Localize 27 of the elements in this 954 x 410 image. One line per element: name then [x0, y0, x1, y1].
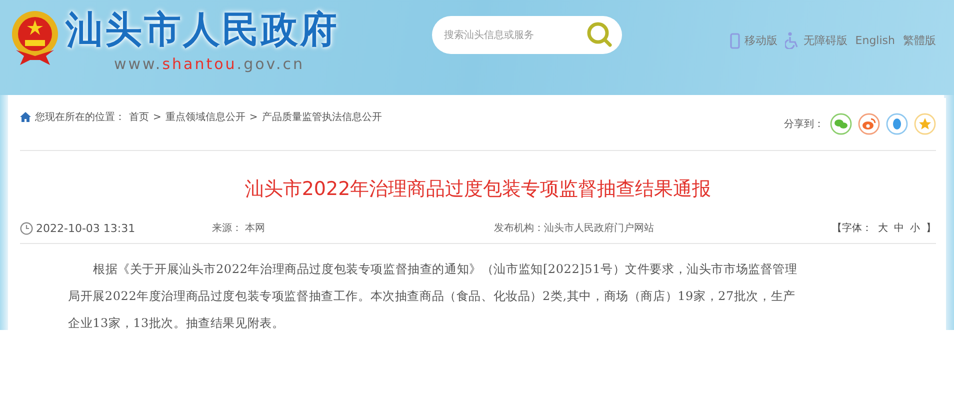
home-icon — [20, 112, 31, 122]
breadcrumb-link[interactable]: 重点领域信息公开 — [165, 110, 246, 124]
font-size-option[interactable]: 小 — [910, 221, 920, 235]
share-label: 分享到： — [784, 118, 824, 131]
site-url: www.shantou.gov.cn — [114, 54, 304, 74]
font-size-bracket: 】 — [926, 222, 936, 235]
font-size-label: 【字体： — [832, 222, 872, 235]
breadcrumb-separator: > — [249, 112, 258, 122]
breadcrumb-link[interactable]: 首页 — [129, 110, 149, 124]
search-field[interactable]: 搜索汕头信息或服务 — [432, 16, 622, 54]
wheelchair-icon — [785, 32, 800, 49]
breadcrumb-link[interactable]: 产品质量监管执法信息公开 — [262, 110, 382, 124]
emblem-icon — [10, 10, 60, 66]
chat-bubbles-icon[interactable] — [830, 113, 852, 135]
phone-icon — [730, 32, 740, 48]
clock-icon — [20, 222, 33, 234]
source-text: 来源： 本网 — [212, 222, 266, 235]
article-title: 汕头市2022年治理商品过度包装专项监督抽查结果通报 — [244, 177, 712, 202]
publish-date: 2022-10-03 13:31 — [36, 222, 136, 234]
font-size-option[interactable]: 大 — [878, 221, 888, 235]
publisher-text: 发布机构：汕头市人民政府门户网站 — [494, 222, 654, 235]
article-paragraph: 根据《关于开展汕头市2022年治理商品过度包装专项监督抽查的通知》（汕市监知[2022]51号）文件要求，汕头市市场监督管理 局开展2022年度治理商品过度包装专项监督抽查工作。本次抽查商品（食品、化妆品）2类,其中，商场（商店）19家，27批次，生产 企业13家，13批次。抽查结果见附表。 — [67, 261, 798, 332]
font-size-option[interactable]: 中 — [894, 221, 904, 235]
search-icon[interactable] — [586, 21, 614, 49]
breadcrumb-separator: > — [153, 112, 162, 122]
site-title: 汕头市人民政府 — [66, 7, 339, 53]
breadcrumb-label: 您现在所在的位置： — [35, 110, 125, 124]
